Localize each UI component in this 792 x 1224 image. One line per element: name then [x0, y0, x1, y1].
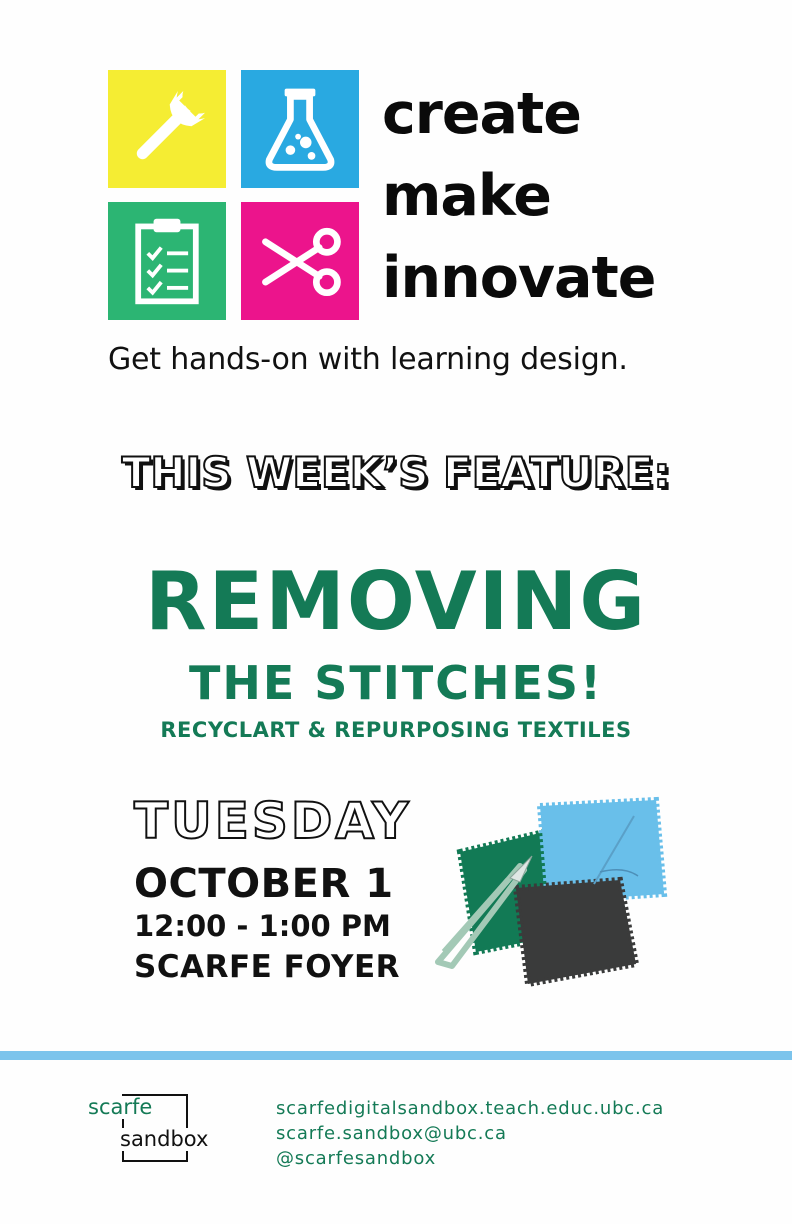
fabric-snips-illustration	[435, 796, 668, 988]
website-link[interactable]: scarfedigitalsandbox.teach.educ.ubc.ca	[276, 1096, 664, 1121]
scissors-icon	[262, 227, 341, 297]
clipboard-checklist-icon	[135, 218, 199, 305]
feature-subtitle: RECYCLART & REPURPOSING TEXTILES	[160, 718, 632, 742]
slogan-innovate: innovate	[382, 245, 656, 311]
slogan-create: create	[382, 81, 582, 147]
logo-line2: sandbox	[118, 1127, 211, 1152]
email-link[interactable]: scarfe.sandbox@ubc.ca	[276, 1121, 664, 1146]
feature-title-line1: REMOVING	[144, 555, 647, 648]
wrench-icon	[136, 89, 207, 160]
event-location: SCARFE FOYER	[134, 949, 401, 985]
tile-scissors	[241, 202, 359, 320]
event-date: OCTOBER 1	[134, 861, 394, 907]
grey-fabric-swatch-icon	[512, 876, 640, 988]
social-handle[interactable]: @scarfesandbox	[276, 1146, 664, 1171]
feature-title-line2: THE STITCHES!	[188, 656, 604, 710]
tile-clipboard	[108, 202, 226, 320]
logo-line1: scarfe	[88, 1095, 156, 1120]
tile-flask	[241, 70, 359, 188]
footer-divider	[0, 1051, 792, 1060]
event-time: 12:00 - 1:00 PM	[134, 909, 391, 943]
tagline: Get hands-on with learning design.	[108, 342, 628, 377]
flask-icon	[265, 88, 335, 171]
scarfe-sandbox-logo: scarfe sandbox	[88, 1094, 218, 1170]
tile-wrench	[108, 70, 226, 188]
feature-heading: THIS WEEK’S FEATURE:	[121, 447, 672, 498]
slogan-make: make	[382, 163, 552, 229]
contact-info: scarfedigitalsandbox.teach.educ.ubc.ca s…	[276, 1096, 664, 1171]
event-day: TUESDAY	[133, 792, 412, 850]
